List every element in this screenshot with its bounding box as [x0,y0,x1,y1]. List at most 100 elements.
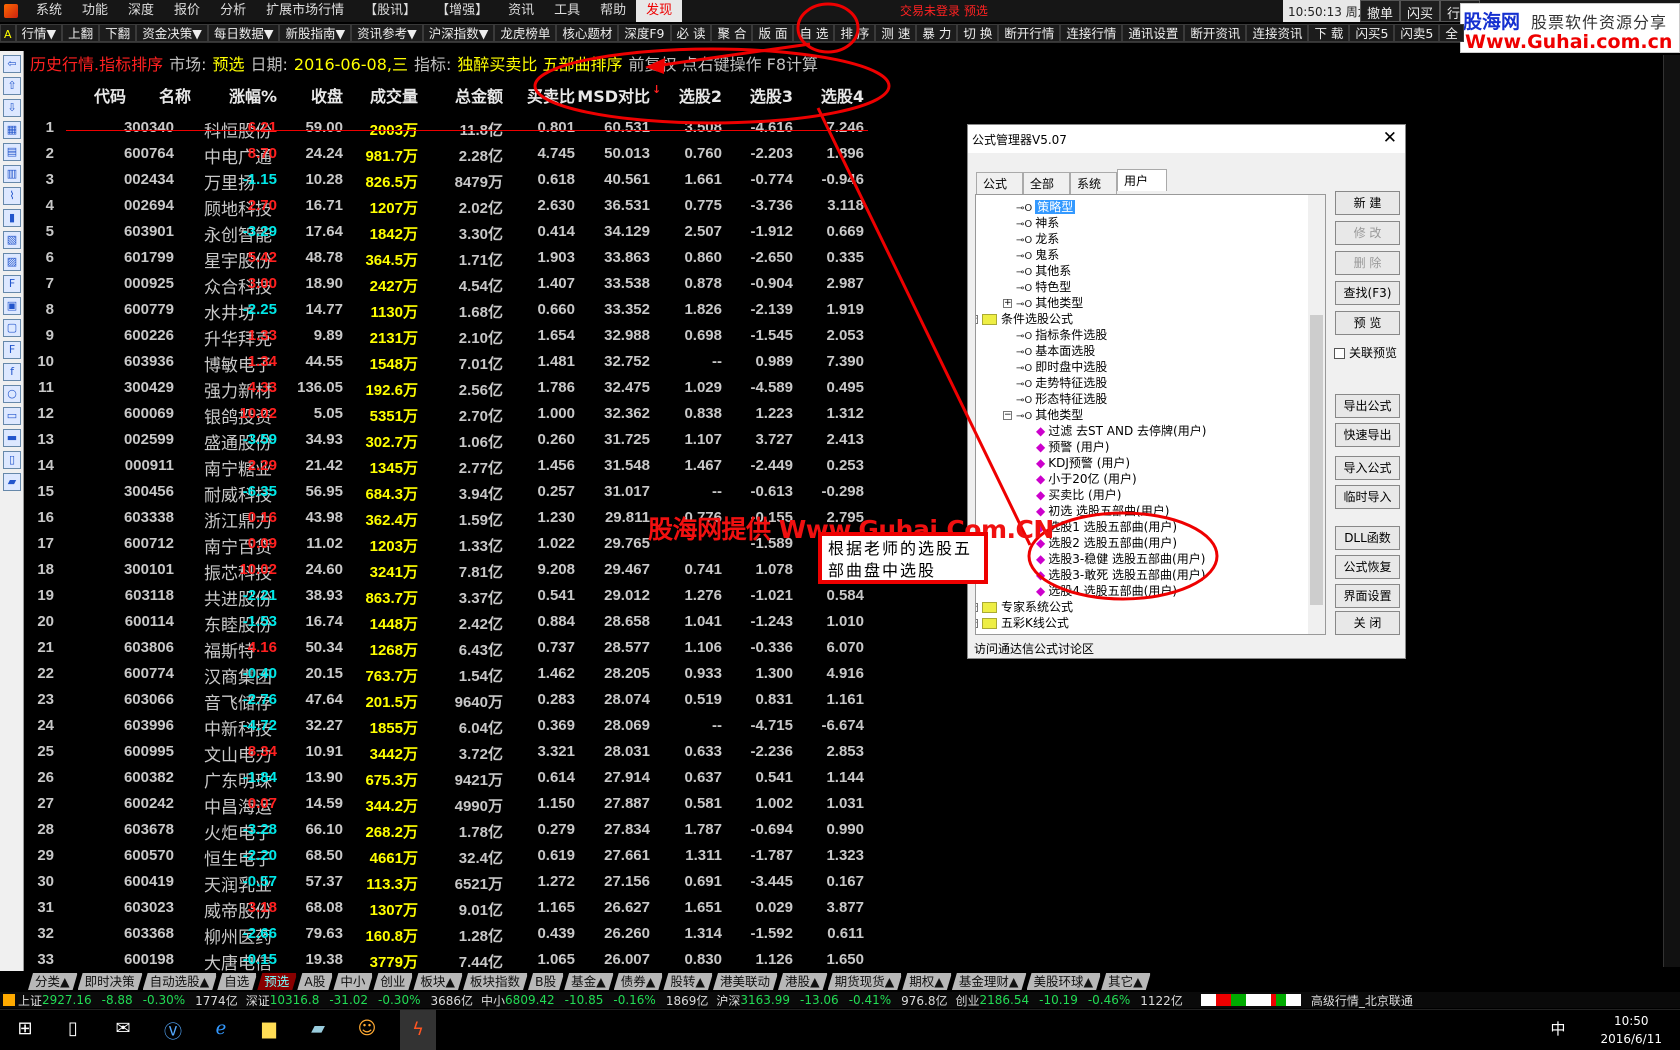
sidebar-tool-icon[interactable]: ⇩ [3,99,21,117]
bottom-tab[interactable]: 港美联动 [713,973,778,990]
toolbar-button[interactable]: 切 换 [957,24,999,42]
table-row[interactable]: 5 603901 永创智能 -3.29 17.64 1842万 3.30亿 0.414 34.1… [24,220,874,246]
ie-browser-icon[interactable]: ℯ [208,1018,234,1042]
toolbar-a-icon[interactable]: A [0,24,16,42]
menu-item[interactable]: 功能 [72,0,118,22]
tree-item[interactable]: ◆ KDJ预警 (用户) [1036,455,1130,471]
bottom-tab[interactable]: 即时决策 [78,973,143,990]
app-v-icon[interactable]: Ⓥ [160,1018,186,1043]
menu-item[interactable]: 报价 [164,0,210,22]
bottom-tab[interactable]: 板块指数 [463,973,528,990]
table-row[interactable]: 22 600774 汉商集团 -0.40 20.15 763.7万 1.54亿 1.462 28… [24,662,874,688]
table-row[interactable]: 18 300101 振芯科技 10.02 24.60 3241万 7.81亿 9.208 29.… [24,558,874,584]
menu-item[interactable]: 系统 [26,0,72,22]
menu-item[interactable]: 帮助 [590,0,636,22]
table-row[interactable]: 15 300456 耐威科技 -6.35 56.95 684.3万 3.94亿 0.257 31… [24,480,874,506]
dialog-button[interactable]: 导出公式 [1335,394,1400,418]
bottom-tab[interactable]: 其它▲ [1101,973,1151,990]
dialog-button[interactable]: 快速导出 [1335,423,1400,447]
table-row[interactable]: 25 600995 文山电力 8.34 10.91 3442万 3.72亿 3.321 28.0… [24,740,874,766]
notepad-icon[interactable]: ▰ [305,1018,331,1042]
toolbar-button[interactable]: 闪买5 [1349,24,1395,42]
toolbar-button[interactable]: 全 [1439,24,1464,42]
tree-item[interactable]: ⊸O 形态特征选股 [1016,391,1107,407]
column-header[interactable]: 代码 [94,83,126,107]
toolbar-button[interactable]: 行情▼ [15,24,63,42]
table-row[interactable]: 32 603368 柳州医药 -2.66 79.63 160.8万 1.28亿 0.439 26… [24,922,874,948]
bottom-tab[interactable]: 债券▲ [614,973,664,990]
bottom-tab[interactable]: 港股▲ [778,973,828,990]
column-header[interactable]: 总金额 [423,83,503,107]
indicator-value[interactable]: 独醉买卖比 五部曲排序 [457,55,622,74]
table-row[interactable]: 13 002599 盛通股份 -3.59 34.93 302.7万 1.06亿 0.260 31… [24,428,874,454]
column-header[interactable]: 选股4 [784,83,864,107]
toolbar-button[interactable]: 断开资讯 [1184,24,1247,42]
tree-item[interactable]: ◆ 买卖比 (用户) [1036,487,1121,503]
market-value[interactable]: 预选 [213,55,245,74]
close-icon[interactable]: ✕ [1383,128,1397,148]
dialog-button[interactable]: 公式恢复 [1335,555,1400,579]
table-row[interactable]: 31 603023 威帝股份 3.18 68.08 1307万 9.01亿 1.165 26.6… [24,896,874,922]
toolbar-button[interactable]: 深度F9 [618,24,671,42]
column-header[interactable]: 收盘 [263,83,343,107]
tree-item[interactable]: ⊸O 即时盘中选股 [1016,359,1107,375]
bottom-tab[interactable]: 股转▲ [663,973,713,990]
bottom-tab[interactable]: 期权▲ [902,973,952,990]
linked-preview-checkbox[interactable]: 关联预览 [1334,344,1397,361]
tree-item[interactable]: ⊸O 鬼系 [1016,247,1059,263]
tree-item[interactable]: ⊸O 特色型 [1016,279,1071,295]
tree-item[interactable]: ◆ 选股3-敢死 选股五部曲(用户) [1036,567,1205,583]
bottom-tab[interactable]: 板块▲ [413,973,463,990]
dialog-button[interactable]: 查找(F3) [1335,281,1400,305]
table-row[interactable]: 28 603678 火炬电子 -3.28 66.10 268.2万 1.78亿 0.279 27… [24,818,874,844]
tree-item[interactable]: ◆ 预警 (用户) [1036,439,1109,455]
toolbar-button[interactable]: 资讯参考▼ [351,24,423,42]
toolbar-button[interactable]: 测 速 [875,24,917,42]
tree-item[interactable]: + 专家系统公式 [976,599,1073,615]
bottom-tab[interactable]: 自动选股▲ [143,973,218,990]
menu-item[interactable]: 扩展市场行情 [256,0,354,22]
tree-item[interactable]: ◆ 初选 选股五部曲(用户) [1036,503,1169,519]
menu-item[interactable]: 资讯 [498,0,544,22]
toolbar-button[interactable]: 连接行情 [1060,24,1123,42]
tree-item[interactable]: − ⊸O 其他类型 [1003,407,1083,423]
quick-button[interactable]: 闪买 [1400,0,1441,22]
column-header[interactable]: MSD对比 [570,83,650,107]
column-header[interactable]: 选股3 [713,83,793,107]
dialog-button[interactable]: 关 闭 [1335,611,1400,635]
tree-item[interactable]: ⊸O 神系 [1016,215,1059,231]
toolbar-button[interactable]: 连接资讯 [1246,24,1309,42]
toolbar-button[interactable]: 龙虎榜单 [494,24,557,42]
table-row[interactable]: 30 600419 天润乳业 -0.57 57.37 113.3万 6521万 1.272 27… [24,870,874,896]
bottom-tab[interactable]: 分类▲ [28,973,78,990]
toolbar-button[interactable]: 版 面 [752,24,794,42]
table-row[interactable]: 33 600198 大唐电信 -0.15 19.38 3779万 7.44亿 1.065 26.… [24,948,874,974]
table-row[interactable]: 14 000911 南宁糖业 2.29 21.42 1345万 2.77亿 1.456 31.5… [24,454,874,480]
checkbox-icon[interactable] [1334,348,1345,359]
collapse-icon[interactable]: − [976,315,978,324]
expand-icon[interactable]: + [976,619,978,628]
tree-item[interactable]: ⊸O 策略型 [1016,199,1076,215]
tree-item[interactable]: ⊸O 龙系 [1016,231,1059,247]
toolbar-button[interactable]: 每日数据▼ [207,24,280,42]
dialog-button[interactable]: 临时导入 [1335,485,1400,509]
table-row[interactable]: 23 603066 音飞储存 -2.76 47.64 201.5万 9640万 0.283 28… [24,688,874,714]
toolbar-button[interactable]: 聚 合 [711,24,753,42]
vertical-scrollbar[interactable] [1663,55,1680,967]
table-row[interactable]: 10 603936 博敏电子 1.34 44.55 1548万 7.01亿 1.481 32.7… [24,350,874,376]
toolbar-button[interactable]: 下 载 [1308,24,1350,42]
table-row[interactable]: 7 000925 众合科技 3.00 18.90 2427万 4.54亿 1.407 33.53… [24,272,874,298]
tree-item[interactable]: ⊸O 其他系 [1016,263,1071,279]
toolbar-button[interactable]: 下翻 [99,24,137,42]
bottom-tab[interactable]: 预选 [257,973,297,990]
menu-item[interactable]: 【增强】 [426,0,498,22]
tree-item[interactable]: ◆ 选股4 选股五部曲(用户) [1036,583,1177,599]
windows-start-icon[interactable]: ⊞ [12,1018,38,1042]
table-row[interactable]: 11 300429 强力新材 4.33 136.05 192.6万 2.56亿 1.786 32… [24,376,874,402]
taskbar-clock[interactable]: 10:50 2016/6/11 [1600,1012,1662,1048]
toolbar-button[interactable]: 必 读 [670,24,712,42]
table-row[interactable]: 1 300340 科恒股份 6.21 59.00 2003万 11.8亿 0.801 60.53… [24,116,874,142]
bottom-tab[interactable]: 期货现货▲ [828,973,903,990]
tree-scrollbar[interactable] [1308,195,1325,634]
game-icon[interactable]: ☺ [354,1018,380,1042]
